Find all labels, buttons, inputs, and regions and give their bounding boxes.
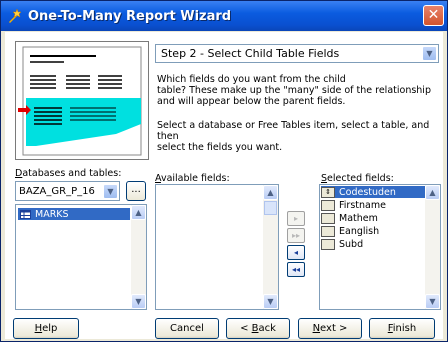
help-button[interactable]: Help	[13, 318, 79, 339]
wizard-body: Step 2 - Select Child Table Fields ▼ Whi…	[5, 32, 443, 339]
list-item[interactable]: Mathem	[321, 212, 378, 224]
move-handle-icon[interactable]	[321, 212, 335, 224]
field-name: Eanglish	[339, 225, 380, 237]
tables-scrollbar[interactable]: ▲ ▼	[131, 205, 146, 309]
move-handle-icon[interactable]	[321, 238, 335, 250]
scroll-down-icon[interactable]: ▼	[425, 294, 440, 309]
selected-scrollbar[interactable]: ▲ ▼	[425, 185, 440, 309]
move-handle-icon[interactable]	[321, 225, 335, 237]
available-fields-label: Available fields:	[155, 173, 230, 184]
instructions-line: and will appear below the parent fields.	[157, 96, 346, 107]
step-dropdown[interactable]: Step 2 - Select Child Table Fields ▼	[155, 44, 439, 63]
chevron-down-icon[interactable]: ▼	[422, 46, 437, 61]
instructions-line: Which fields do you want from the child	[157, 74, 346, 85]
instructions-line: select the fields you want.	[157, 142, 283, 153]
tables-list[interactable]: MARKS ▲ ▼	[15, 204, 147, 310]
list-item[interactable]: Firstname	[321, 199, 386, 211]
wizard-wand-icon	[9, 8, 22, 23]
field-name: Subd	[339, 238, 364, 250]
report-preview-icon	[18, 46, 142, 156]
field-name: Mathem	[339, 212, 378, 224]
available-scrollbar[interactable]: ▲ ▼	[263, 185, 278, 309]
list-item[interactable]: ⇕ Codestuden	[321, 186, 425, 198]
list-item[interactable]: Eanglish	[321, 225, 379, 237]
finish-button[interactable]: Finish	[369, 318, 435, 339]
scroll-up-icon[interactable]: ▲	[131, 205, 146, 220]
close-button[interactable]: ✕	[423, 5, 444, 26]
instructions-text: Select a database or Free Tables item, s…	[157, 120, 437, 153]
wizard-window: One-To-Many Report Wizard ✕ Step 2 - Sel…	[0, 0, 448, 342]
database-dropdown[interactable]: BAZA_GR_P_16 ▼	[15, 181, 120, 201]
next-button[interactable]: Next >	[298, 318, 362, 339]
cancel-button[interactable]: Cancel	[155, 318, 219, 339]
instructions-text: Which fields do you want from the child …	[157, 74, 437, 107]
scroll-up-icon[interactable]: ▲	[425, 185, 440, 200]
selected-fields-label: Selected fields:	[321, 173, 394, 184]
field-name: Firstname	[339, 199, 386, 211]
move-handle-icon[interactable]: ⇕	[321, 186, 335, 198]
scroll-up-icon[interactable]: ▲	[263, 185, 278, 200]
database-dropdown-value: BAZA_GR_P_16	[19, 185, 95, 197]
remove-field-button[interactable]: ◂	[287, 245, 305, 260]
scroll-down-icon[interactable]: ▼	[131, 294, 146, 309]
scroll-thumb[interactable]	[264, 201, 277, 215]
browse-database-button[interactable]: ...	[126, 181, 146, 201]
list-item[interactable]: Subd	[321, 238, 363, 250]
scroll-down-icon[interactable]: ▼	[263, 294, 278, 309]
field-name: Codestuden	[339, 186, 396, 198]
available-fields-list[interactable]: ▲ ▼	[155, 184, 279, 310]
window-title: One-To-Many Report Wizard	[28, 8, 232, 24]
wizard-illustration	[15, 41, 149, 160]
back-button[interactable]: < Back	[226, 318, 290, 339]
add-all-fields-button[interactable]: ▸▸	[287, 228, 305, 243]
table-name: MARKS	[35, 208, 69, 220]
remove-all-fields-button[interactable]: ◂◂	[287, 262, 305, 277]
table-icon	[20, 209, 31, 219]
instructions-line: Select a database or Free Tables item, s…	[157, 120, 430, 142]
list-item[interactable]: MARKS	[18, 208, 130, 220]
add-field-button[interactable]: ▸	[287, 211, 305, 226]
selected-fields-list[interactable]: ⇕ Codestuden Firstname Mathem Eanglish S…	[319, 184, 441, 310]
instructions-line: table? These make up the "many" side of …	[157, 85, 431, 96]
step-dropdown-value: Step 2 - Select Child Table Fields	[161, 47, 340, 60]
title-bar[interactable]: One-To-Many Report Wizard ✕	[1, 1, 447, 31]
chevron-down-icon[interactable]: ▼	[103, 184, 118, 199]
databases-label: Databases and tables:	[15, 168, 122, 179]
move-handle-icon[interactable]	[321, 199, 335, 211]
